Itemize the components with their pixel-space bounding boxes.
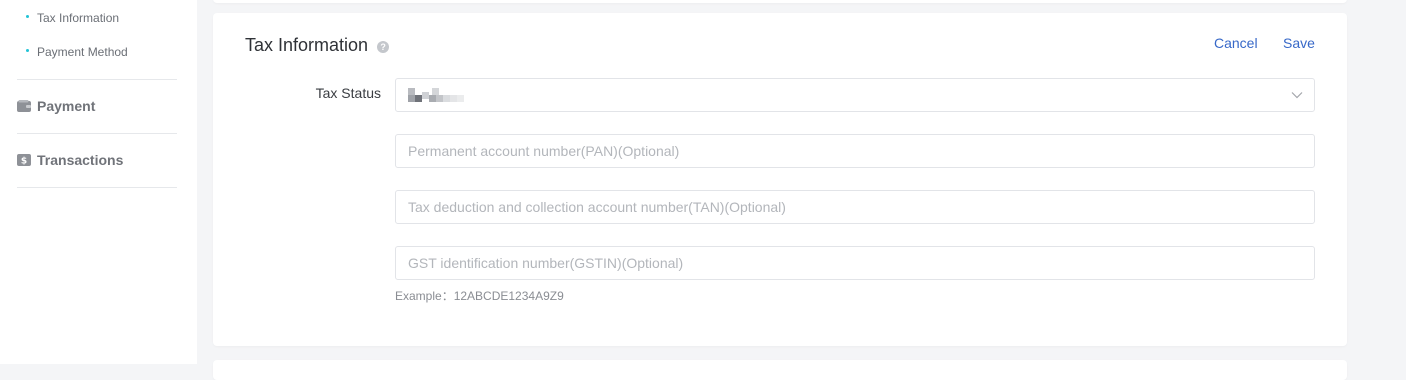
help-icon[interactable]: ? — [377, 40, 390, 53]
sidebar-item-payment-method[interactable]: Payment Method — [26, 44, 128, 60]
gstin-input[interactable] — [396, 247, 1314, 279]
sidebar-item-label: Payment Method — [37, 45, 128, 59]
divider — [17, 79, 177, 80]
save-button[interactable]: Save — [1283, 35, 1315, 51]
pan-input[interactable] — [396, 135, 1314, 167]
tan-input[interactable] — [396, 191, 1314, 223]
sidebar-item-label: Payment — [37, 98, 96, 114]
pan-field[interactable] — [395, 134, 1315, 168]
sidebar-item-tax-information[interactable]: Tax Information — [26, 10, 119, 26]
sidebar-item-label: Transactions — [37, 152, 124, 168]
divider — [17, 133, 177, 134]
gstin-example-hint: Example：12ABCDE1234A9Z9 — [395, 289, 564, 303]
tax-information-card: Tax Information ? Cancel Save Tax Status… — [213, 13, 1347, 346]
tan-field[interactable] — [395, 190, 1315, 224]
redacted-value — [408, 88, 464, 102]
bullet-icon — [26, 48, 29, 52]
divider — [17, 187, 177, 188]
wallet-icon — [17, 100, 31, 112]
sidebar: Tax Information Payment Method Payment $… — [0, 0, 197, 364]
sidebar-item-label: Tax Information — [37, 11, 120, 25]
chevron-down-icon — [1291, 92, 1303, 99]
cancel-button[interactable]: Cancel — [1214, 35, 1258, 51]
svg-text:$: $ — [21, 157, 27, 167]
card-title-text: Tax Information — [245, 35, 369, 55]
transactions-icon: $ — [17, 154, 31, 166]
previous-card — [213, 0, 1347, 3]
sidebar-item-transactions[interactable]: $ Transactions — [17, 150, 123, 170]
tax-status-select[interactable] — [395, 78, 1315, 112]
next-card — [213, 360, 1347, 380]
card-title: Tax Information ? — [245, 35, 390, 56]
tax-status-label: Tax Status — [315, 85, 381, 101]
gstin-field[interactable] — [395, 246, 1315, 280]
bullet-icon — [26, 14, 29, 18]
sidebar-item-payment[interactable]: Payment — [17, 96, 95, 116]
